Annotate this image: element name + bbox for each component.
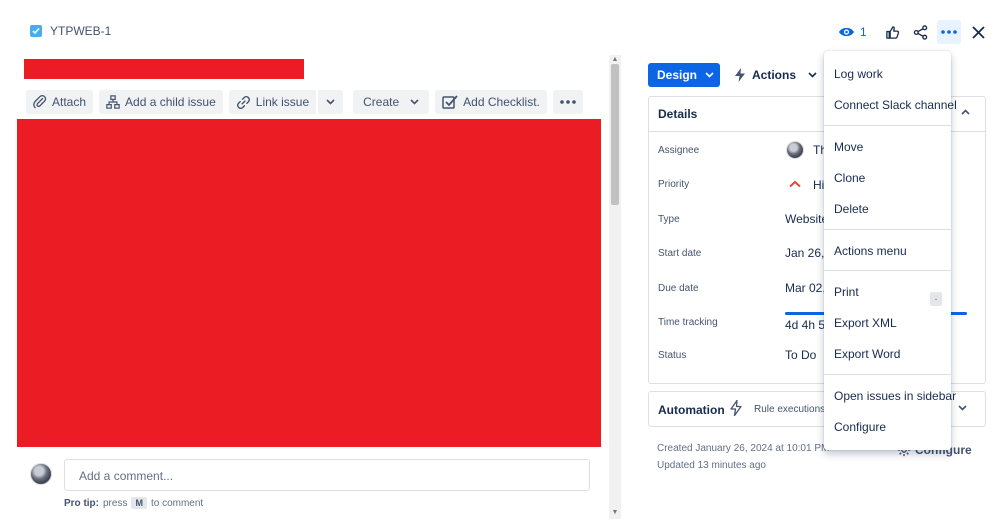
assignee-avatar: [786, 141, 804, 159]
priority-value[interactable]: Hi: [813, 178, 824, 192]
attach-button[interactable]: Attach: [26, 90, 94, 114]
share-icon: [913, 24, 928, 40]
start-date-label: Start date: [658, 248, 702, 259]
scroll-up-arrow[interactable]: ▲: [611, 56, 619, 64]
thumbs-up-icon: [886, 25, 900, 39]
issue-toolbar: Attach Add a child issue Link issue Crea…: [26, 90, 583, 114]
type-label: Type: [658, 214, 680, 225]
link-issue-label: Link issue: [255, 95, 310, 109]
time-tracking-label: Time tracking: [658, 317, 718, 328]
checklist-icon: [442, 95, 458, 109]
scrollbar-thumb[interactable]: [611, 64, 619, 205]
attach-label: Attach: [52, 95, 87, 109]
scroll-down-arrow[interactable]: ▼: [611, 509, 619, 517]
add-checklist-button[interactable]: Add Checklist.: [435, 90, 547, 114]
assignee-label: Assignee: [658, 145, 700, 156]
comment-input[interactable]: Add a comment...: [64, 459, 590, 491]
more-actions-menu: Log work Connect Slack channel Move Clon…: [824, 51, 957, 450]
link-issue-button[interactable]: Link issue: [228, 90, 317, 114]
current-user-avatar: [30, 463, 52, 485]
issue-key[interactable]: YTPWEB-1: [50, 24, 111, 38]
link-icon: [236, 95, 250, 109]
chevron-up-icon[interactable]: [961, 109, 970, 115]
description-redacted: [17, 119, 601, 447]
due-date-label: Due date: [658, 283, 699, 294]
link-issue-dropdown[interactable]: [318, 90, 344, 114]
link-issue-split-button: Link issue: [228, 90, 344, 114]
menu-item-export-word[interactable]: Export Word: [834, 347, 900, 361]
automation-label: Automation: [658, 403, 725, 417]
menu-item-actions-menu[interactable]: Actions menu: [834, 244, 907, 258]
menu-item-delete[interactable]: Delete: [834, 202, 869, 216]
priority-high-icon: [789, 180, 801, 188]
rule-executions-label: Rule executions: [754, 404, 826, 415]
status-label: Design: [657, 68, 698, 82]
protip-suffix: to comment: [150, 497, 204, 509]
lightning-icon: [730, 400, 742, 416]
watch-count: 1: [860, 25, 867, 39]
share-button[interactable]: [909, 20, 933, 44]
comment-placeholder: Add a comment...: [79, 469, 174, 483]
updated-timestamp: Updated 13 minutes ago: [657, 460, 766, 471]
chevron-down-icon: [326, 99, 335, 105]
add-child-label: Add a child issue: [125, 95, 216, 109]
toolbar-more-button[interactable]: [552, 90, 583, 114]
create-button[interactable]: Create: [353, 90, 430, 114]
menu-item-log-work[interactable]: Log work: [834, 67, 883, 81]
add-checklist-label: Add Checklist.: [463, 95, 540, 109]
menu-item-open-in-sidebar[interactable]: Open issues in sidebar: [834, 389, 956, 403]
details-heading[interactable]: Details: [658, 107, 697, 121]
menu-item-connect-slack[interactable]: Connect Slack channel: [834, 98, 957, 112]
actions-label: Actions: [752, 68, 797, 82]
issue-key-breadcrumb[interactable]: YTPWEB-1: [30, 24, 111, 38]
type-value[interactable]: Website: [785, 212, 828, 226]
menu-item-move[interactable]: Move: [834, 140, 863, 154]
hierarchy-icon: [106, 95, 120, 109]
issue-summary-redacted[interactable]: [24, 59, 304, 79]
task-type-icon: [30, 25, 42, 37]
close-icon: [972, 25, 985, 39]
more-icon: [560, 100, 576, 104]
menu-item-export-xml[interactable]: Export XML: [834, 316, 897, 330]
chevron-down-icon[interactable]: [958, 405, 967, 411]
paperclip-icon: [33, 95, 47, 109]
add-child-issue-button[interactable]: Add a child issue: [99, 90, 223, 114]
priority-label: Priority: [658, 179, 690, 190]
like-button[interactable]: [881, 20, 905, 44]
due-date-value[interactable]: Mar 02,: [785, 281, 826, 295]
eye-icon: [839, 27, 854, 37]
issue-header-actions: 1: [834, 20, 991, 44]
status-field-label: Status: [658, 350, 687, 361]
created-timestamp: Created January 26, 2024 at 10:01 PM: [657, 443, 830, 454]
chevron-down-icon: [705, 72, 714, 78]
status-transition-button[interactable]: Design: [648, 63, 720, 87]
close-button[interactable]: [967, 20, 991, 44]
actions-menu-shortcut: .: [930, 292, 942, 306]
protip-key: M: [131, 497, 147, 509]
chevron-down-icon: [808, 72, 817, 78]
menu-item-clone[interactable]: Clone: [834, 171, 865, 185]
chevron-down-icon: [410, 99, 419, 105]
status-field-value[interactable]: To Do: [785, 348, 816, 362]
menu-divider: [824, 125, 951, 126]
comment-protip: Pro tip: press M to comment: [64, 497, 203, 509]
menu-divider: [824, 270, 951, 271]
menu-divider: [824, 374, 951, 375]
menu-item-print[interactable]: Print: [834, 285, 859, 299]
create-label: Create: [363, 95, 400, 109]
lightning-icon: [735, 68, 745, 82]
more-icon: [940, 30, 957, 34]
watch-button[interactable]: 1: [834, 20, 871, 44]
actions-button[interactable]: Actions: [734, 63, 817, 87]
protip-press: press: [103, 497, 128, 509]
menu-divider: [824, 229, 951, 230]
protip-prefix: Pro tip:: [64, 497, 99, 509]
more-actions-button[interactable]: [936, 20, 961, 44]
menu-item-configure[interactable]: Configure: [834, 420, 886, 434]
